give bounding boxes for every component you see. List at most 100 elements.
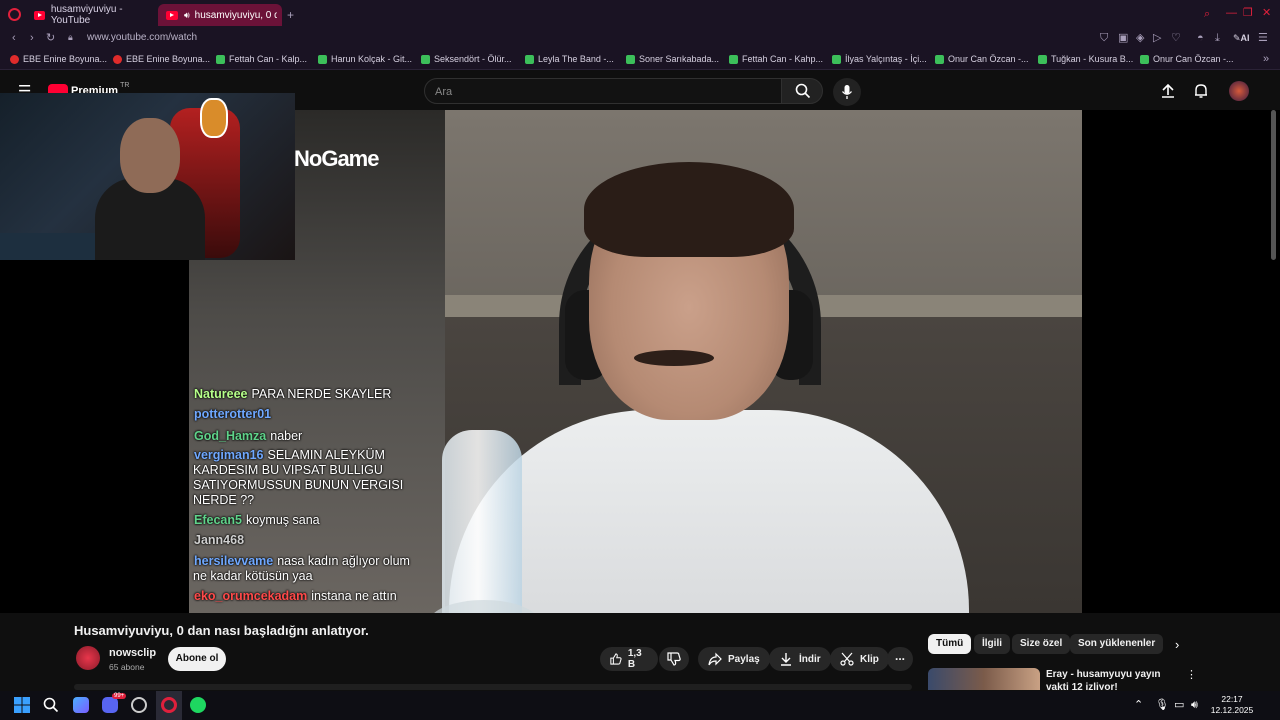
opera-taskbar-icon[interactable]	[156, 691, 182, 720]
chat-username: eko_orumcekadam	[194, 589, 308, 603]
streamer-mustache	[634, 350, 714, 366]
tray-overflow-icon[interactable]: ⌃	[1134, 700, 1143, 711]
video-frame[interactable]	[189, 110, 1082, 613]
new-tab-icon[interactable]: +	[287, 9, 294, 21]
bookmark-label: EBE Enine Boyuna...	[126, 54, 211, 64]
channel-name[interactable]: nowsclip	[109, 647, 156, 659]
chat-text: koymuş sana	[245, 513, 320, 527]
like-count: 1,3 B	[627, 648, 642, 670]
recommendation-thumbnail[interactable]	[928, 668, 1040, 690]
search-button[interactable]	[781, 78, 823, 104]
channel-avatar[interactable]	[76, 646, 100, 670]
search-tabs-icon[interactable]: ⌕	[1204, 9, 1210, 20]
notifications-bell-icon[interactable]	[1193, 83, 1209, 99]
shield-icon[interactable]: ◈	[1136, 33, 1144, 44]
chat-username: potterotter01	[194, 407, 272, 421]
speaker-icon[interactable]: 🔊︎	[184, 10, 190, 21]
facecam-head	[120, 118, 180, 193]
chip-all[interactable]: Tümü	[928, 634, 972, 654]
like-button[interactable]: 1,3 B	[600, 647, 658, 671]
windows-start-icon[interactable]	[14, 697, 30, 713]
account-avatar[interactable]	[1229, 81, 1249, 101]
url-field[interactable]: www.youtube.com/watch	[87, 32, 197, 43]
bookmark-item[interactable]: İlyas Yalçıntaş - İçi...	[832, 54, 927, 64]
tray-network-icon[interactable]: ▭	[1174, 700, 1184, 711]
clock-time: 22:17	[1221, 694, 1243, 704]
search-input[interactable]: Ara	[424, 78, 782, 104]
minimize-icon[interactable]: —	[1226, 8, 1237, 19]
menu-icon[interactable]: ☰	[1258, 33, 1268, 44]
recommendation-menu-icon[interactable]: ⋮	[1186, 670, 1197, 681]
snapshot-icon[interactable]: ▣	[1118, 33, 1128, 44]
taskbar-search-icon[interactable]	[43, 697, 59, 713]
tray-volume-icon[interactable]: 🔊︎	[1191, 700, 1198, 711]
chip-for-you[interactable]: Size özel	[1012, 634, 1071, 654]
music-icon[interactable]: ▷	[1153, 33, 1161, 44]
chevron-right-icon[interactable]: »	[1263, 54, 1269, 65]
clip-label: Klip	[860, 653, 879, 665]
chat-text: naber	[270, 429, 303, 443]
dislike-button[interactable]	[659, 647, 689, 671]
bookmark-item[interactable]: Harun Kolçak - Git...	[318, 54, 412, 64]
steam-icon[interactable]	[131, 697, 147, 713]
bookmark-label: Soner Sarıkabada...	[639, 54, 720, 64]
chat-message: God_Hamza naber	[194, 429, 302, 444]
forward-icon[interactable]: ›	[30, 33, 34, 44]
bookmark-item[interactable]: Seksendört - Ölür...	[421, 54, 512, 64]
chat-text: SELAMIN ALEYKÜM	[267, 448, 385, 462]
more-actions-button[interactable]: ...	[887, 647, 913, 671]
share-button[interactable]: Paylaş	[698, 647, 770, 671]
bookmark-label: Fettah Can - Kahp...	[742, 54, 824, 64]
spotify-icon[interactable]	[190, 697, 206, 713]
page-scrollbar[interactable]	[1271, 110, 1276, 260]
youtube-icon	[34, 10, 45, 20]
clip-button[interactable]: Klip	[830, 647, 889, 671]
bookmark-item[interactable]: Onur Can Özcan -...	[1140, 54, 1234, 64]
bookmark-item[interactable]: Leyla The Band -...	[525, 54, 614, 64]
close-icon[interactable]: ✕	[1262, 8, 1271, 19]
subscribe-button[interactable]: Abone ol	[168, 647, 226, 671]
chat-text: ne kadar kötüsün yaa	[193, 569, 313, 583]
voice-search-button[interactable]	[833, 78, 861, 106]
chat-message: hersilevvame nasa kadın ağlıyor olum	[194, 554, 410, 569]
chips-next-icon[interactable]: ›	[1175, 638, 1179, 651]
chat-message: ne kadar kötüsün yaa	[193, 569, 313, 584]
reload-icon[interactable]: ↻	[46, 33, 55, 44]
bookmark-item[interactable]: Fettah Can - Kalp...	[216, 54, 307, 64]
recommendation-title[interactable]: Eray - husamyuyu yayın vakti 12 izliyor!…	[1046, 668, 1186, 690]
description-box-edge[interactable]	[74, 684, 912, 690]
taskbar-clock[interactable]: 22:17 12.12.2025	[1208, 694, 1256, 716]
chat-message: Jann468	[194, 533, 244, 548]
download-button[interactable]: İndir	[769, 647, 831, 671]
bookmark-item[interactable]: Soner Sarıkabada...	[626, 54, 719, 64]
opera-logo-icon[interactable]	[8, 8, 21, 21]
chip-recent[interactable]: Son yüklenenler	[1070, 634, 1164, 654]
profile-icon[interactable]: ◓	[1197, 33, 1204, 44]
back-icon[interactable]: ‹	[12, 33, 16, 44]
ai-icon[interactable]: ✎AI	[1233, 34, 1250, 43]
upload-icon[interactable]	[1160, 83, 1176, 99]
bookmark-green-icon	[935, 54, 944, 64]
chat-message: eko_orumcekadam instana ne attın	[194, 589, 397, 604]
download-icon[interactable]: ⤓	[1215, 33, 1220, 44]
bookmark-item[interactable]: EBE Enine Boyuna...	[113, 54, 210, 64]
heart-icon[interactable]: ♡	[1171, 33, 1181, 44]
bookmark-item[interactable]: Onur Can Özcan -...	[935, 54, 1029, 64]
apps-icon[interactable]	[73, 697, 89, 713]
bookmark-item[interactable]: Tuğkan - Kusura B...	[1038, 54, 1133, 64]
discord-icon[interactable]: 99+	[102, 693, 127, 713]
chat-message: vergiman16 SELAMIN ALEYKÜM	[194, 448, 385, 463]
bookmark-label: Leyla The Band -...	[538, 54, 614, 64]
chip-related[interactable]: İlgili	[974, 634, 1010, 654]
chat-message: Natureee PARA NERDE SKAYLER	[194, 387, 391, 402]
download-icon	[781, 653, 791, 666]
microphone	[442, 430, 522, 613]
browser-tab-active-video[interactable]: 🔊︎ husamviyuviyu, 0 dan	[158, 4, 282, 26]
tray-mic-icon[interactable]: 🎙︎	[1155, 700, 1169, 711]
maximize-icon[interactable]: ❐	[1243, 8, 1253, 19]
bookmark-page-icon[interactable]: ⛉	[1100, 33, 1108, 44]
browser-tab-youtube[interactable]: husamviyuviyu - YouTube	[26, 4, 154, 26]
bookmark-item[interactable]: Fettah Can - Kahp...	[729, 54, 823, 64]
bookmark-item[interactable]: EBE Enine Boyuna...	[10, 54, 107, 64]
bookmark-label: Harun Kolçak - Git...	[331, 54, 413, 64]
